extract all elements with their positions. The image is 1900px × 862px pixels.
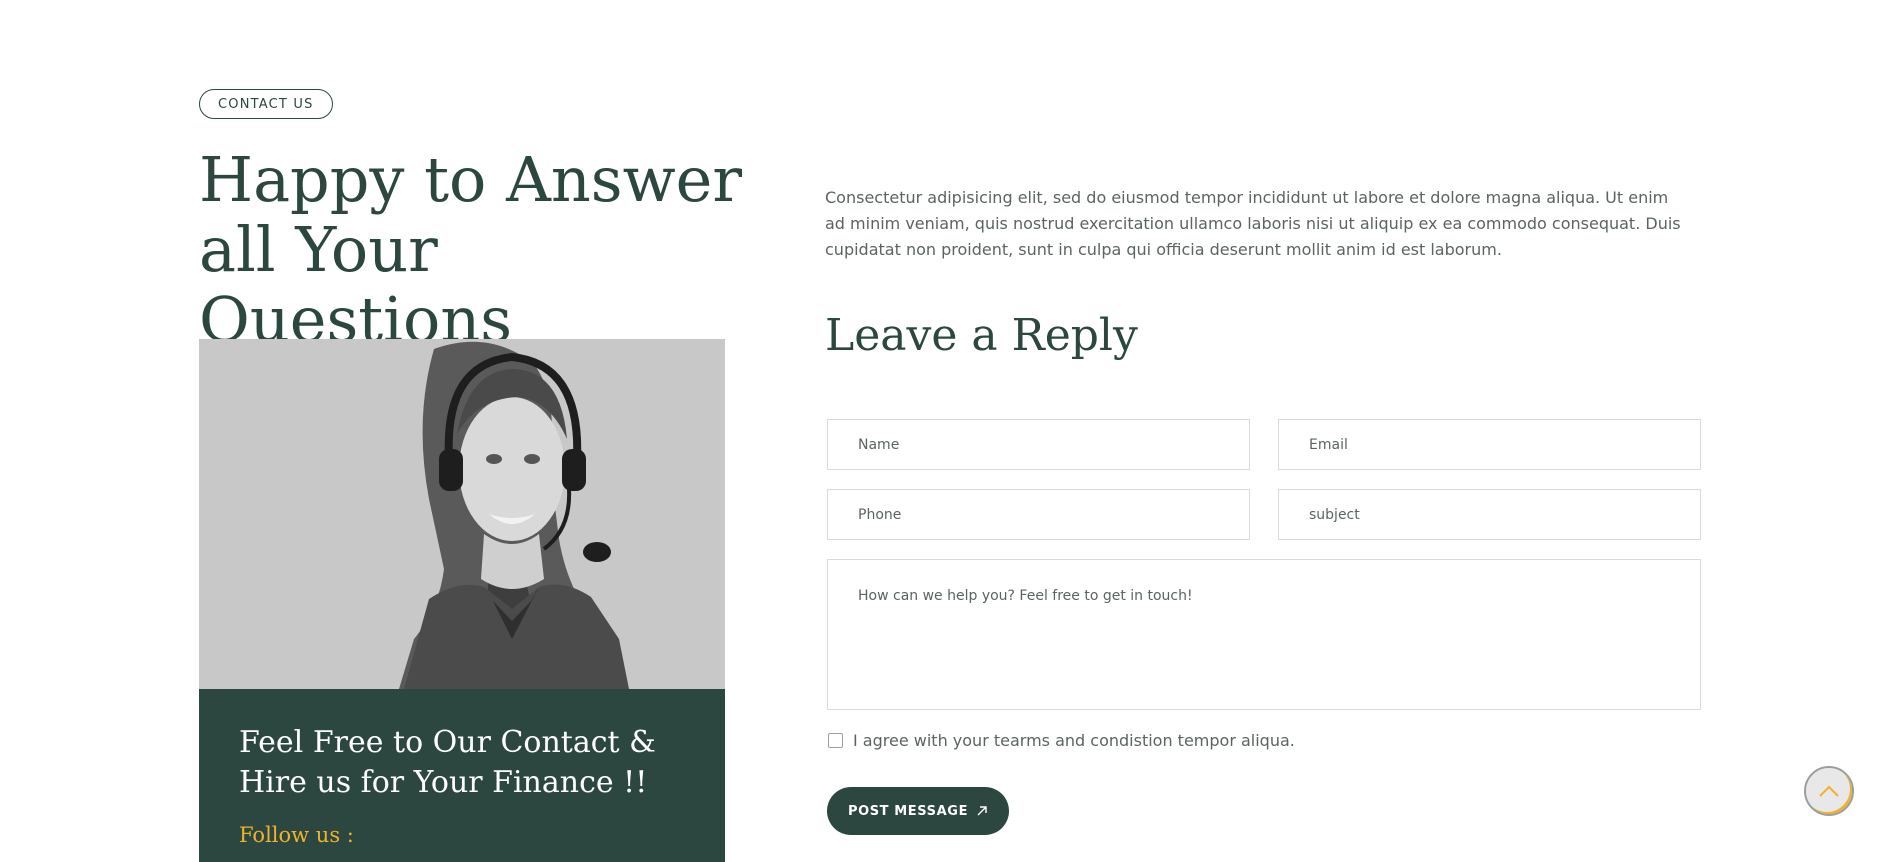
arrow-up-right-icon	[977, 806, 987, 816]
contact-info-box: Feel Free to Our Contact & Hire us for Y…	[199, 689, 725, 862]
section-badge-label: CONTACT US	[218, 96, 314, 112]
post-message-label: POST MESSAGE	[847, 803, 969, 819]
terms-agreement: I agree with your tearms and condistion …	[828, 731, 1295, 750]
support-agent-photo	[199, 339, 725, 689]
support-agent-image	[199, 339, 725, 689]
section-badge: CONTACT US	[199, 89, 333, 119]
terms-label: I agree with your tearms and condistion …	[853, 731, 1295, 750]
post-message-button[interactable]: POST MESSAGE	[827, 787, 1009, 835]
intro-paragraph: Consectetur adipisicing elit, sed do eiu…	[825, 188, 1681, 259]
chevron-up-icon	[1819, 785, 1839, 797]
terms-checkbox[interactable]	[828, 733, 843, 748]
name-input[interactable]	[827, 419, 1250, 470]
follow-us-label: Follow us :	[239, 823, 354, 847]
contact-info-title: Feel Free to Our Contact & Hire us for Y…	[239, 725, 656, 800]
reply-form-title: Leave a Reply	[825, 310, 1138, 361]
message-textarea[interactable]	[827, 559, 1701, 710]
email-input[interactable]	[1278, 419, 1701, 470]
subject-input[interactable]	[1278, 489, 1701, 540]
scroll-to-top-button[interactable]	[1804, 766, 1854, 816]
phone-input[interactable]	[827, 489, 1250, 540]
section-title: Happy to Answer all Your Questions	[199, 143, 743, 356]
